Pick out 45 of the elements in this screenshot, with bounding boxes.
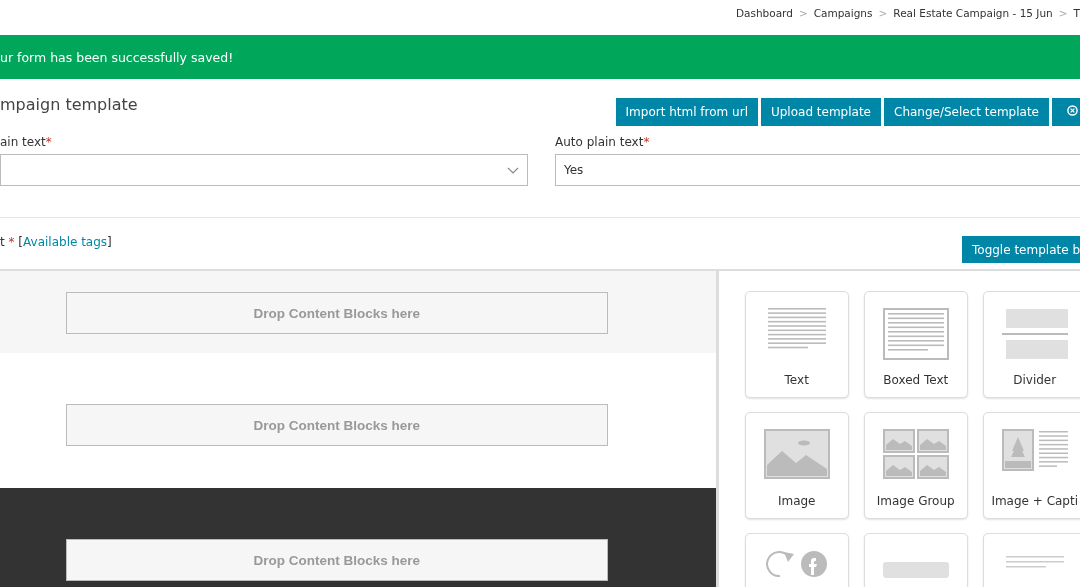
block-label: Boxed Text xyxy=(883,373,949,387)
share-facebook-icon xyxy=(765,550,828,578)
field-label: Auto plain text* xyxy=(555,135,651,149)
alert-message: ur form has been successfully saved! xyxy=(0,49,234,65)
toolbar-button[interactable]: Change/Select template xyxy=(884,98,1049,126)
drop-zone: Drop Content Blocks here xyxy=(65,404,608,446)
toolbar-button[interactable]: Import html from url xyxy=(615,98,758,126)
input-field[interactable]: Yes xyxy=(555,154,1080,186)
chevron-down-icon xyxy=(507,166,519,174)
breadcrumb-link[interactable]: Dashboard xyxy=(735,7,793,28)
section-title: mpaign template xyxy=(0,94,138,114)
block-label: Image Group xyxy=(876,494,955,508)
select-field[interactable] xyxy=(0,154,528,186)
breadcrumb-separator: > xyxy=(798,7,808,21)
content-block[interactable]: Text xyxy=(744,291,849,398)
content-label: t * [Available tags] xyxy=(0,235,112,249)
available-tags-link[interactable]: Available tags xyxy=(23,235,108,249)
breadcrumb-link[interactable]: Real Estate Campaign - 15 Jun xyxy=(893,7,1053,28)
breadcrumb-separator: > xyxy=(878,7,888,21)
breadcrumb-link[interactable]: T xyxy=(1073,7,1080,28)
footer-lines-icon xyxy=(1005,556,1064,568)
field-label: ain text* xyxy=(0,135,53,149)
close-icon xyxy=(1066,105,1078,116)
drop-zone: Drop Content Blocks here xyxy=(65,292,608,334)
close-button[interactable] xyxy=(1052,98,1080,126)
block-label: Image xyxy=(777,494,816,508)
toggle-button[interactable]: Toggle template b xyxy=(962,236,1080,263)
boxed-text-icon xyxy=(882,308,949,360)
breadcrumb-separator: > xyxy=(1058,7,1068,21)
content-block[interactable]: Divider xyxy=(982,291,1080,398)
block-label: Text xyxy=(784,373,809,387)
content-block[interactable]: Image xyxy=(744,412,849,519)
image-caption-icon xyxy=(1001,429,1068,473)
content-block[interactable]: Image Group xyxy=(863,412,968,519)
toolbar-button[interactable]: Upload template xyxy=(760,98,881,126)
breadcrumb-link[interactable]: Campaigns xyxy=(813,7,873,28)
drop-zone: Drop Content Blocks here xyxy=(65,539,608,581)
block-label: Divider xyxy=(1013,373,1057,387)
image-icon xyxy=(763,429,830,479)
button-block-icon xyxy=(882,562,949,578)
image-group-icon xyxy=(882,429,949,479)
content-block[interactable]: Boxed Text xyxy=(863,291,968,398)
divider-icon xyxy=(1001,308,1068,360)
block-label: Image + Capti xyxy=(991,494,1079,508)
content-block[interactable]: Image + Capti xyxy=(982,412,1080,519)
